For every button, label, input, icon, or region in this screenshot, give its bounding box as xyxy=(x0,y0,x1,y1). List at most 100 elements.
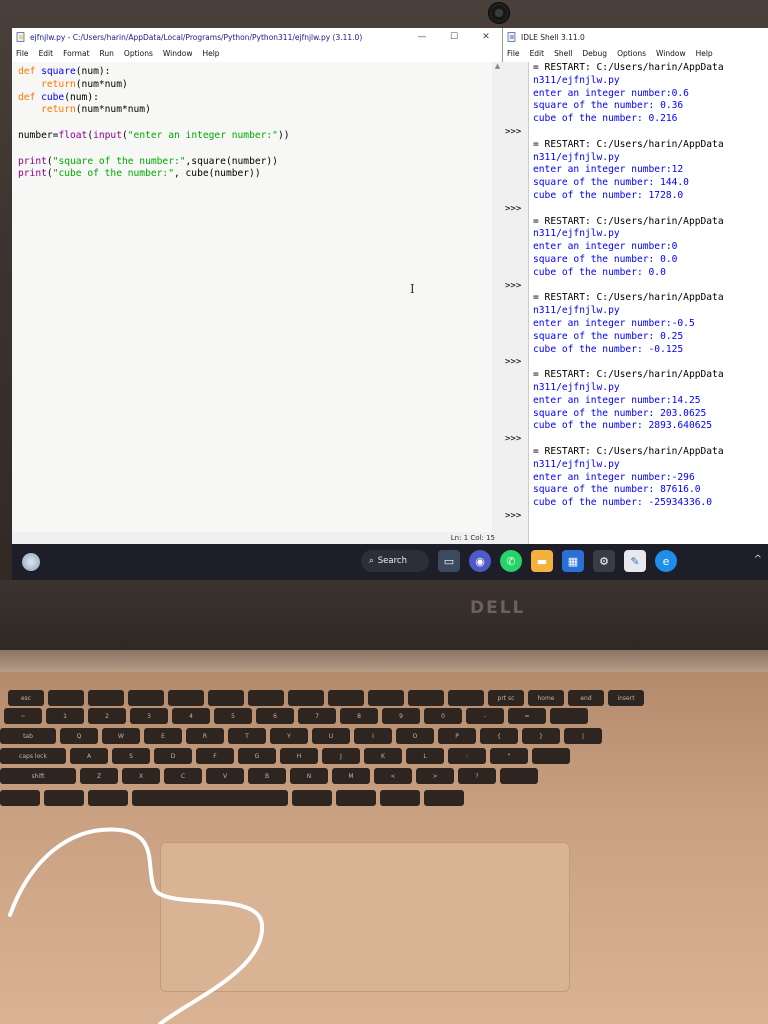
keyboard-key[interactable] xyxy=(208,690,244,706)
menu-format[interactable]: Format xyxy=(63,49,89,58)
keyboard-key[interactable] xyxy=(328,690,364,706)
keyboard-key[interactable] xyxy=(424,790,464,806)
keyboard-key[interactable] xyxy=(168,690,204,706)
keyboard-key[interactable] xyxy=(44,790,84,806)
code-line[interactable]: def square(num): xyxy=(18,66,486,79)
keyboard-key[interactable]: 1 xyxy=(46,708,84,724)
keyboard-key[interactable]: home xyxy=(528,690,564,706)
code-line[interactable]: print("cube of the number:", cube(number… xyxy=(18,168,486,181)
keyboard-key[interactable]: I xyxy=(354,728,392,744)
keyboard-key[interactable]: X xyxy=(122,768,160,784)
keyboard-key[interactable]: 4 xyxy=(172,708,210,724)
keyboard-key[interactable] xyxy=(128,690,164,706)
keyboard-key[interactable]: esc xyxy=(8,690,44,706)
keyboard-key[interactable]: V xyxy=(206,768,244,784)
close-button[interactable]: ✕ xyxy=(470,32,502,42)
keyboard-key[interactable]: | xyxy=(564,728,602,744)
keyboard-key[interactable]: W xyxy=(102,728,140,744)
keyboard-key[interactable]: 7 xyxy=(298,708,336,724)
code-line[interactable] xyxy=(18,117,486,130)
keyboard-key[interactable] xyxy=(132,790,288,806)
keyboard-key[interactable] xyxy=(336,790,376,806)
store-icon[interactable]: ▦ xyxy=(562,550,584,572)
chevron-up-icon[interactable]: ^ xyxy=(754,554,762,565)
keyboard-key[interactable] xyxy=(380,790,420,806)
keyboard-key[interactable]: M xyxy=(332,768,370,784)
keyboard-key[interactable]: 5 xyxy=(214,708,252,724)
menu-options[interactable]: Options xyxy=(124,49,153,58)
keyboard-key[interactable]: 0 xyxy=(424,708,462,724)
keyboard-key[interactable]: D xyxy=(154,748,192,764)
teams-icon[interactable]: ◉ xyxy=(469,550,491,572)
folder-icon[interactable]: ▬ xyxy=(531,550,553,572)
shell-menu-edit[interactable]: Edit xyxy=(530,49,545,58)
shell-menu-help[interactable]: Help xyxy=(696,49,713,58)
keyboard-key[interactable] xyxy=(292,790,332,806)
keyboard-key[interactable]: 8 xyxy=(340,708,378,724)
keyboard-key[interactable]: F xyxy=(196,748,234,764)
menu-file[interactable]: File xyxy=(16,49,29,58)
keyboard-key[interactable]: > xyxy=(416,768,454,784)
keyboard-key[interactable]: 2 xyxy=(88,708,126,724)
scroll-up-icon[interactable]: ▲ xyxy=(492,62,503,73)
code-editor[interactable]: def square(num): return(num*num) def cube… xyxy=(12,62,492,532)
keyboard-key[interactable] xyxy=(550,708,588,724)
keyboard-key[interactable]: = xyxy=(508,708,546,724)
keyboard-key[interactable] xyxy=(408,690,444,706)
menu-run[interactable]: Run xyxy=(100,49,114,58)
taskbar-search[interactable]: ⌕ Search xyxy=(361,550,429,572)
keyboard-key[interactable] xyxy=(288,690,324,706)
edge-icon[interactable]: e xyxy=(655,550,677,572)
code-line[interactable] xyxy=(18,143,486,156)
keyboard-key[interactable]: Q xyxy=(60,728,98,744)
keyboard-key[interactable]: ? xyxy=(458,768,496,784)
keyboard-key[interactable]: A xyxy=(70,748,108,764)
keyboard-key[interactable] xyxy=(88,790,128,806)
keyboard-key[interactable]: Z xyxy=(80,768,118,784)
keyboard-key[interactable]: 6 xyxy=(256,708,294,724)
keyboard-key[interactable]: E xyxy=(144,728,182,744)
shell-menu-shell[interactable]: Shell xyxy=(554,49,572,58)
keyboard-key[interactable]: 3 xyxy=(130,708,168,724)
keyboard-key[interactable]: L xyxy=(406,748,444,764)
keyboard-key[interactable] xyxy=(88,690,124,706)
keyboard-key[interactable]: C xyxy=(164,768,202,784)
whatsapp-icon[interactable]: ✆ xyxy=(500,550,522,572)
editor-scrollbar[interactable]: ▲ xyxy=(492,62,503,532)
keyboard-key[interactable]: U xyxy=(312,728,350,744)
shell-menu-window[interactable]: Window xyxy=(656,49,686,58)
code-line[interactable]: return(num*num*num) xyxy=(18,104,486,117)
keyboard-key[interactable]: < xyxy=(374,768,412,784)
keyboard-key[interactable]: } xyxy=(522,728,560,744)
file-explorer-icon[interactable]: ▭ xyxy=(438,550,460,572)
keyboard-key[interactable]: S xyxy=(112,748,150,764)
settings-icon[interactable]: ⚙ xyxy=(593,550,615,572)
keyboard-key[interactable]: H xyxy=(280,748,318,764)
weather-widget-icon[interactable] xyxy=(22,553,40,571)
keyboard-key[interactable]: G xyxy=(238,748,276,764)
start-icon[interactable] xyxy=(330,550,352,572)
keyboard-key[interactable]: Y xyxy=(270,728,308,744)
idle-icon[interactable]: ✎ xyxy=(624,550,646,572)
keyboard-key[interactable]: " xyxy=(490,748,528,764)
keyboard-key[interactable]: insert xyxy=(608,690,644,706)
keyboard-key[interactable] xyxy=(0,790,40,806)
keyboard-key[interactable]: K xyxy=(364,748,402,764)
keyboard-key[interactable]: : xyxy=(448,748,486,764)
menu-window[interactable]: Window xyxy=(163,49,193,58)
menu-help[interactable]: Help xyxy=(202,49,219,58)
keyboard-key[interactable]: prt sc xyxy=(488,690,524,706)
code-line[interactable]: number=float(input("enter an integer num… xyxy=(18,130,486,143)
maximize-button[interactable]: ☐ xyxy=(438,32,470,42)
shell-titlebar[interactable]: IDLE Shell 3.11.0 xyxy=(503,28,768,46)
keyboard-key[interactable]: tab xyxy=(0,728,56,744)
keyboard-key[interactable]: B xyxy=(248,768,286,784)
keyboard-key[interactable] xyxy=(368,690,404,706)
keyboard-key[interactable]: shift xyxy=(0,768,76,784)
keyboard-key[interactable]: - xyxy=(466,708,504,724)
editor-titlebar[interactable]: ejfnjlw.py - C:/Users/harin/AppData/Loca… xyxy=(12,28,502,46)
keyboard-key[interactable]: R xyxy=(186,728,224,744)
keyboard-key[interactable]: P xyxy=(438,728,476,744)
shell-menu-file[interactable]: File xyxy=(507,49,520,58)
keyboard-key[interactable] xyxy=(248,690,284,706)
